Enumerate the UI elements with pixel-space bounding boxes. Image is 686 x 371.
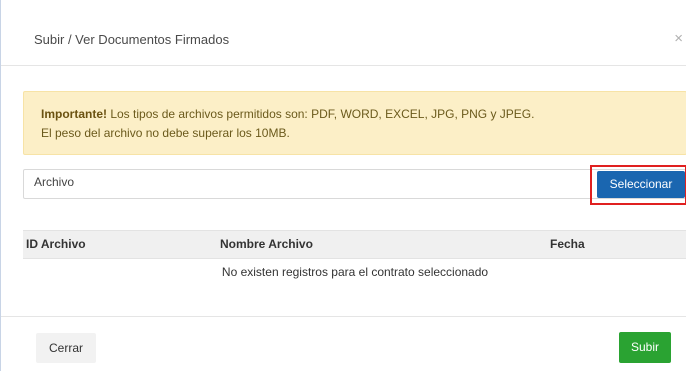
close-button[interactable]: Cerrar — [36, 333, 96, 363]
table-empty-message: No existen registros para el contrato se… — [221, 265, 489, 279]
table-header: ID Archivo Nombre Archivo Fecha — [23, 230, 686, 259]
modal-header: Subir / Ver Documentos Firmados × — [1, 0, 686, 66]
select-file-button[interactable]: Seleccionar — [597, 171, 685, 198]
column-header-id: ID Archivo — [26, 237, 86, 251]
modal-title: Subir / Ver Documentos Firmados — [34, 32, 230, 47]
alert-line-2: El peso del archivo no debe superar los … — [41, 126, 290, 140]
upload-button[interactable]: Subir — [619, 332, 671, 363]
alert-line-1: Los tipos de archivos permitidos son: PD… — [107, 107, 535, 121]
file-input-field[interactable]: Archivo — [23, 169, 686, 199]
file-input-label: Archivo — [34, 175, 75, 189]
warning-alert: Importante! Los tipos de archivos permit… — [23, 91, 686, 155]
column-header-name: Nombre Archivo — [220, 237, 313, 251]
upload-documents-modal: Subir / Ver Documentos Firmados × Import… — [0, 0, 686, 371]
column-header-date: Fecha — [550, 237, 585, 251]
alert-strong-text: Importante! — [41, 107, 107, 121]
modal-footer — [1, 316, 686, 371]
close-icon[interactable]: × — [674, 31, 683, 46]
